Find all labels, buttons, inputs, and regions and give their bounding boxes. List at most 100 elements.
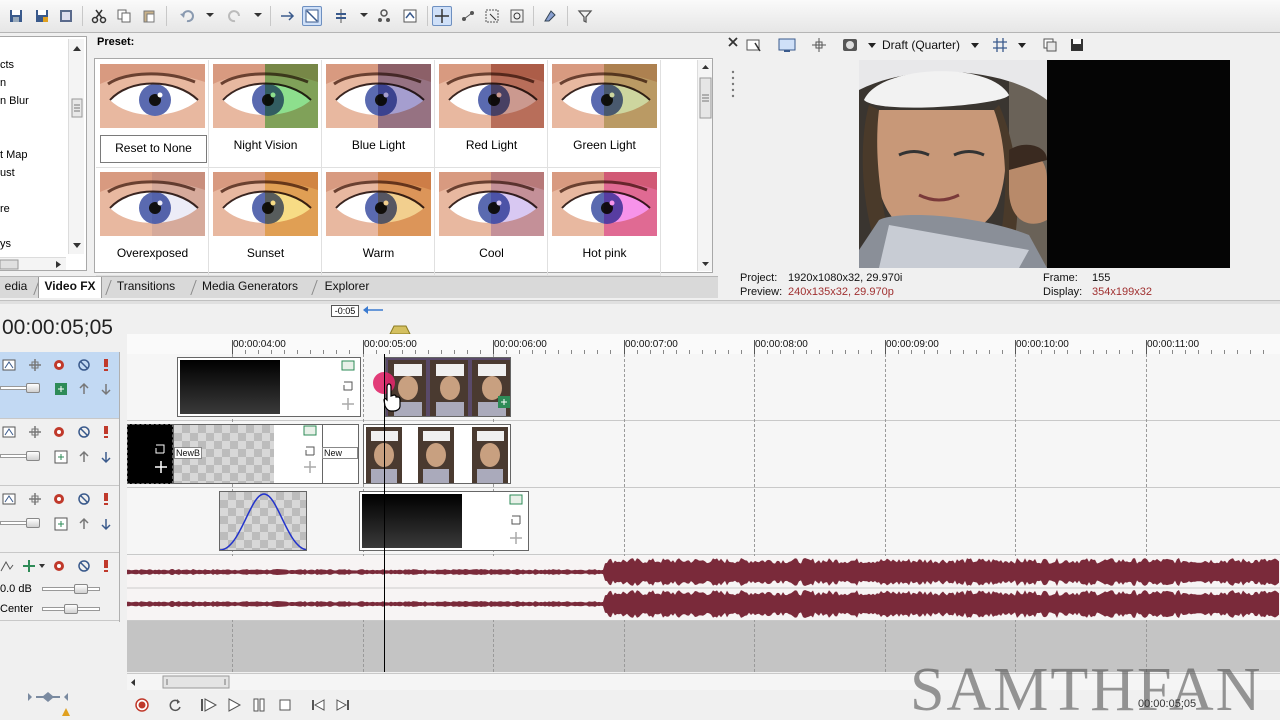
composite-mode-icon[interactable] bbox=[28, 425, 42, 439]
fx-list-item[interactable]: t Map bbox=[0, 149, 28, 161]
mute-track-icon[interactable] bbox=[77, 358, 91, 372]
fade-envelope-curve[interactable] bbox=[220, 492, 307, 551]
generated-media-icon[interactable] bbox=[54, 382, 68, 396]
video-clip-transition-checker[interactable]: NewB New bbox=[173, 424, 359, 484]
clip-event-icons[interactable] bbox=[153, 443, 169, 473]
track-motion-icon[interactable] bbox=[2, 425, 16, 439]
video-clip-solid-black[interactable] bbox=[177, 357, 361, 417]
video-clip-tom-kaulitz-2[interactable] bbox=[363, 424, 511, 484]
fx-list-vertical-scrollbar[interactable] bbox=[68, 39, 84, 254]
track-fx-gear-icon[interactable] bbox=[52, 358, 66, 372]
composite-mode-icon[interactable] bbox=[28, 492, 42, 506]
stop-button[interactable] bbox=[274, 695, 296, 715]
mute-track-icon[interactable] bbox=[77, 559, 91, 573]
loop-playback-button[interactable] bbox=[164, 695, 186, 715]
overlays-dropdown-icon[interactable] bbox=[1018, 43, 1026, 48]
play-button[interactable] bbox=[223, 695, 245, 715]
preview-properties-icon[interactable] bbox=[746, 37, 762, 53]
preset-item[interactable]: Red Light bbox=[435, 60, 548, 168]
preset-item[interactable]: Cool bbox=[435, 168, 548, 276]
track-opacity-slider-knob[interactable] bbox=[26, 518, 40, 528]
grip-handle-icon[interactable] bbox=[730, 69, 736, 99]
snap-icon[interactable] bbox=[331, 6, 351, 26]
track-height-zoom-icon[interactable] bbox=[18, 688, 78, 718]
preset-item[interactable]: Hot pink bbox=[548, 168, 661, 276]
make-compositing-child-icon[interactable] bbox=[99, 517, 113, 531]
eraser-icon[interactable] bbox=[540, 6, 560, 26]
fx-list-item[interactable]: ys bbox=[0, 238, 11, 250]
video-track-2-header[interactable] bbox=[0, 419, 119, 486]
video-track-1-header[interactable] bbox=[0, 352, 119, 419]
video-clip-tom-kaulitz[interactable] bbox=[385, 357, 511, 417]
lock-envelopes-icon[interactable] bbox=[374, 6, 394, 26]
fx-list-horizontal-scrollbar[interactable] bbox=[0, 257, 66, 270]
overlays-grid-icon[interactable] bbox=[992, 37, 1008, 53]
generated-media-icon[interactable] bbox=[54, 517, 68, 531]
timeline-tracks-area[interactable]: NewB New bbox=[127, 354, 1280, 672]
fx-list-item[interactable]: ust bbox=[0, 167, 15, 179]
audio-volume-slider-knob[interactable] bbox=[74, 584, 88, 594]
cut-icon[interactable] bbox=[89, 6, 109, 26]
close-icon[interactable] bbox=[727, 36, 739, 48]
solo-track-icon[interactable] bbox=[99, 425, 113, 439]
track-fx-gear-icon[interactable] bbox=[52, 492, 66, 506]
preset-item[interactable]: Reset to None bbox=[96, 60, 209, 168]
split-screen-icon[interactable] bbox=[810, 37, 828, 53]
properties-icon[interactable] bbox=[575, 6, 595, 26]
redo-dropdown-icon[interactable] bbox=[254, 13, 262, 17]
audio-insert-icon[interactable] bbox=[22, 559, 36, 573]
zoom-icon[interactable] bbox=[507, 6, 527, 26]
preset-vertical-scrollbar[interactable] bbox=[697, 60, 712, 271]
fx-list-item[interactable]: n bbox=[0, 77, 6, 89]
track-opacity-slider-knob[interactable] bbox=[26, 451, 40, 461]
clip-event-icons[interactable] bbox=[341, 360, 355, 410]
record-button[interactable] bbox=[131, 695, 153, 715]
make-compositing-parent-icon[interactable] bbox=[77, 382, 91, 396]
edit-tool-icon[interactable] bbox=[432, 6, 452, 26]
save-icon[interactable] bbox=[6, 6, 26, 26]
preview-quality-select[interactable]: Draft (Quarter) bbox=[882, 38, 960, 52]
preset-item[interactable]: Warm bbox=[322, 168, 435, 276]
track-fx-gear-icon[interactable] bbox=[52, 559, 66, 573]
auto-ripple-icon[interactable] bbox=[277, 6, 297, 26]
audio-insert-dropdown-icon[interactable] bbox=[39, 564, 45, 568]
mute-track-icon[interactable] bbox=[77, 425, 91, 439]
mute-track-icon[interactable] bbox=[77, 492, 91, 506]
solo-track-icon[interactable] bbox=[99, 492, 113, 506]
tab-video-fx[interactable]: Video FX bbox=[38, 277, 102, 298]
panel-splitter[interactable] bbox=[0, 300, 1280, 304]
save-snapshot-icon[interactable] bbox=[1069, 37, 1085, 53]
selection-tool-icon[interactable] bbox=[482, 6, 502, 26]
track-opacity-slider-knob[interactable] bbox=[26, 383, 40, 393]
video-fx-list[interactable]: cts n n Blur t Map ust re ys bbox=[0, 36, 87, 271]
tab-transitions[interactable]: Transitions bbox=[112, 277, 180, 298]
preview-quality-dropdown-icon[interactable] bbox=[971, 43, 979, 48]
snap-dropdown-icon[interactable] bbox=[360, 13, 368, 17]
save-as-icon[interactable] bbox=[32, 6, 52, 26]
pause-button[interactable] bbox=[248, 695, 270, 715]
preset-item[interactable]: Night Vision bbox=[209, 60, 322, 168]
go-to-end-button[interactable] bbox=[332, 695, 354, 715]
preset-item[interactable]: Green Light bbox=[548, 60, 661, 168]
scroll-arrows-icon[interactable] bbox=[69, 39, 85, 254]
video-fx-icon[interactable] bbox=[842, 37, 858, 53]
render-icon[interactable] bbox=[56, 6, 76, 26]
tab-media[interactable]: edia bbox=[0, 277, 32, 298]
normal-edit-icon[interactable] bbox=[302, 6, 322, 26]
external-monitor-icon[interactable] bbox=[778, 37, 796, 53]
play-from-start-button[interactable] bbox=[198, 695, 220, 715]
track-motion-icon[interactable] bbox=[2, 492, 16, 506]
loop-region-arrow-icon[interactable] bbox=[361, 305, 385, 315]
audio-waveform[interactable] bbox=[127, 556, 1280, 620]
make-compositing-child-icon[interactable] bbox=[99, 450, 113, 464]
audio-pan-slider-knob[interactable] bbox=[64, 604, 78, 614]
track-fx-gear-icon[interactable] bbox=[52, 425, 66, 439]
tab-media-generators[interactable]: Media Generators bbox=[198, 277, 302, 298]
generated-media-icon[interactable] bbox=[54, 450, 68, 464]
make-compositing-parent-icon[interactable] bbox=[77, 450, 91, 464]
envelope-tool-icon[interactable] bbox=[458, 6, 478, 26]
solo-track-icon[interactable] bbox=[99, 559, 113, 573]
redo-icon[interactable] bbox=[225, 6, 245, 26]
composite-mode-icon[interactable] bbox=[28, 358, 42, 372]
fx-list-item[interactable]: n Blur bbox=[0, 95, 29, 107]
